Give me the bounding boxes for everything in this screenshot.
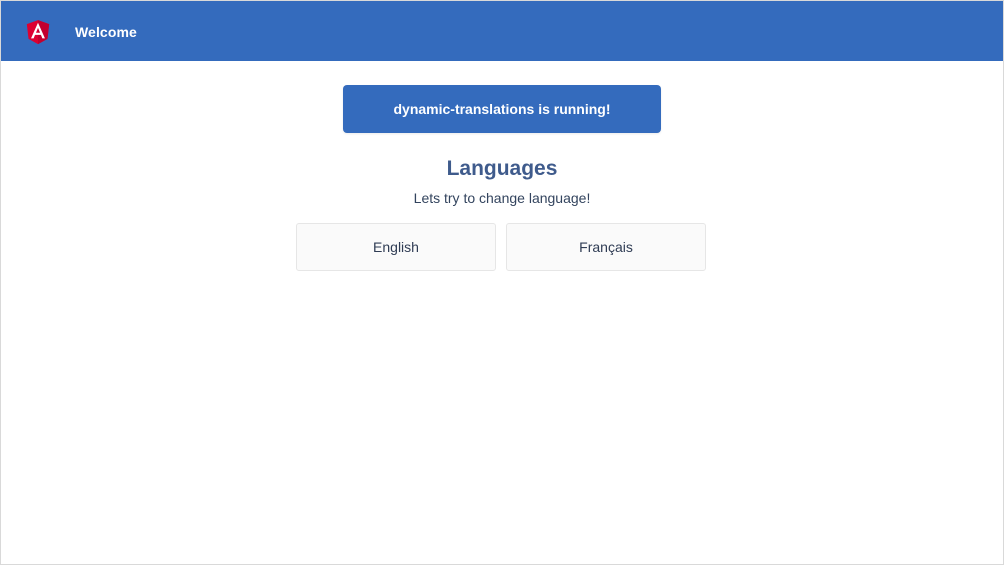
running-status-card: dynamic-translations is running!	[343, 85, 661, 133]
languages-heading: Languages	[446, 157, 558, 180]
app-window: Welcome dynamic-translations is running!…	[0, 0, 1004, 565]
language-button-label: English	[373, 239, 419, 255]
app-title: Welcome	[75, 24, 137, 40]
language-button-english[interactable]: English	[296, 223, 496, 271]
angular-logo-icon	[26, 20, 50, 45]
toolbar: Welcome	[1, 1, 1003, 61]
language-button-label: Français	[579, 239, 633, 255]
languages-subtitle: Lets try to change language!	[413, 190, 591, 206]
language-button-francais[interactable]: Français	[506, 223, 706, 271]
